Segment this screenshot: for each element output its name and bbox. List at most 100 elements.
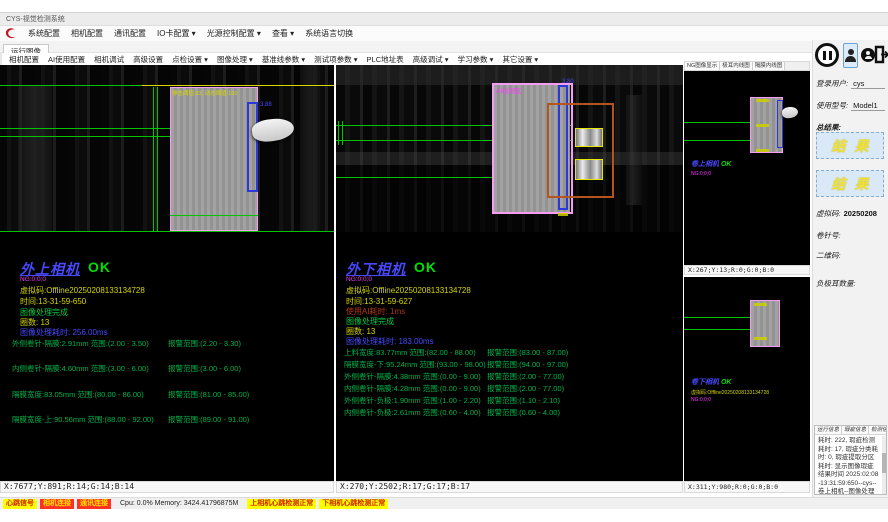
tab-defect-info[interactable]: 瑕疵信息 [842,426,869,434]
info-scrollbar[interactable] [882,436,886,494]
baseline-green [684,329,750,330]
alarm-range: 报警范围:(2.20 - 3.30) [168,338,241,349]
tab-film-innerline[interactable]: 隔膜内线图 [753,62,786,70]
info-tabs: 运行信息 瑕疵信息 检测信息 [815,426,886,435]
left-camera-statusbar: X:7677;Y:891;R:14;G:14;B:14 [0,481,334,493]
cursor-position-readout: X:311;Y:980;R:0;G:0;B:0 [688,483,778,491]
toolbar-image-processing[interactable]: 图像处理 ▾ [217,54,253,65]
pause-icon [823,51,826,60]
ng-count-line: NG:0;0;0 [20,276,46,283]
person-icon [866,51,870,55]
ng-view-tabs: NG图像显示 极耳内线图 隔膜内线图 [684,61,810,71]
camera-name-label: 卷上相机 OK [691,159,731,169]
left-camera-image[interactable]: 静态阈值:93, 动态阈值:100 3.88 [0,65,334,232]
baseline-green [0,136,170,137]
measurement-row: 内侧卷针-隔膜:4.28mm 范围:(0.00 - 9.00) 报警范围:(2.… [344,383,679,394]
menu-io-config[interactable]: IO卡配置 ▾ [157,28,196,39]
model-value: Model1 [851,101,885,111]
toolbar-camera-config[interactable]: 相机配置 [9,54,39,65]
baseline-green [684,317,750,318]
app-logo-icon [4,27,17,40]
exit-door-icon [873,45,888,64]
center-camera-statusbar: X:270;Y:2502;R:17;G:17;B:17 [336,481,683,493]
tab-detect-info[interactable]: 检测信息 [869,426,887,434]
measurement-value: 上料宽度:83.77mm 范围:(82.00 - 88.00) [344,348,476,357]
camera-ok-status: OK [721,379,732,386]
center-camera-image[interactable]: AI检测区 3.80 [336,65,683,232]
toolbar-plc-address[interactable]: PLC地址表 [367,54,404,65]
toolbar-camera-debug[interactable]: 相机调试 [94,54,124,65]
camera-ok-status: OK [88,259,111,275]
virtual-code-line: 虚拟码:Offline20250208133134728 [346,285,471,296]
tab-ng-image[interactable]: NG图像显示 [685,62,720,70]
cursor-position-readout: X:7677;Y:891;R:14;G:14;B:14 [4,482,134,491]
toolbar-test-params[interactable]: 测试项参数 ▾ [314,54,357,65]
toolbar-baseline-params[interactable]: 基准线参数 ▾ [262,54,305,65]
roi-rect-blue [777,100,783,148]
electrode-tab-object [781,106,798,119]
measurement-row: 隔膜宽度:83.05mm 范围:(80.00 - 86.00) 报警范围:(81… [12,389,332,400]
toolbar-other-settings[interactable]: 其它设置 ▾ [502,54,538,65]
app-statusbar: 心跳信号 相机连接 通讯连接 Cpu: 0.0% Memory: 3424.41… [0,497,888,509]
roll-pin-row: 卷针号: [816,230,841,241]
separator-film-region [170,87,258,231]
elapsed-time-line: 图像处理耗时: 256.00ms [20,327,108,338]
alarm-range: 报警范围:(2.00 - 77.00) [487,383,564,394]
measurement-value: 外侧卷针-负极:1.90mm 范围:(1.00 - 2.20) [344,396,481,405]
virtual-code-label: 虚拟码: [816,209,841,218]
tiny-annotation-mark [558,213,568,216]
control-panel: 登录用户:cys 使用型号:Model1 总结果: 结果 结果 虚拟码:2025… [812,40,888,497]
edge-line-green [157,87,158,231]
menu-comm-config[interactable]: 通讯配置 [114,28,146,39]
measurement-value: 内侧卷针-隔膜:4.60mm 范围:(3.00 - 6.00) [12,364,149,373]
pause-button[interactable] [815,43,839,67]
baseline-green [170,215,258,216]
menu-camera-config[interactable]: 相机配置 [71,28,103,39]
menu-system-config[interactable]: 系统配置 [28,28,60,39]
baseline-green [0,85,142,86]
edge-line-green [153,87,154,231]
alarm-range: 报警范围:(0.60 - 4.00) [487,407,560,418]
result-display-2: 结果 [816,170,884,197]
cursor-position-readout: X:270;Y:2502;R:17;G:17;B:17 [340,482,470,491]
upper-roll-camera-view[interactable]: 卷上相机 OK NG:0;0;0 [684,71,810,265]
tab-tab-innerline[interactable]: 极耳内线图 [720,62,753,70]
camera-ok-status: OK [414,259,437,275]
login-user-row: 登录用户:cys [816,78,885,89]
app-window: CYS-视觉检测系统 系统配置 相机配置 通讯配置 IO卡配置 ▾ 光源控制配置… [0,0,888,522]
toolbar-ai-config[interactable]: AI使用配置 [48,54,85,65]
tab-run-info[interactable]: 运行信息 [815,426,842,434]
tiny-annotation-mark [756,124,769,127]
machine-column [18,85,52,232]
menu-light-config[interactable]: 光源控制配置 ▾ [207,28,261,39]
measurement-value: 隔膜宽度:83.05mm 范围:(80.00 - 86.00) [12,390,144,399]
title-bar: CYS-视觉检测系统 [0,12,888,26]
roi-rect-orange [547,103,614,198]
ng-count-line: NG:0;0;0 [691,397,711,403]
baseline-yellow [142,85,334,86]
user-login-button[interactable] [843,43,858,68]
machine-column [626,95,642,205]
left-camera-panel: 静态阈值:93, 动态阈值:100 3.88 外上相机 OK NG:0;0;0 … [0,65,334,481]
toolbar-advanced-debug[interactable]: 高级调试 ▾ [413,54,449,65]
lower-camera-heartbeat-badge: 下相机心跳检测正常 [319,499,388,509]
camera-name-label: 卷下相机 OK [691,377,731,387]
roi-rect-blue [247,102,258,192]
scrollbar-thumb[interactable] [882,453,886,473]
measurement-row: 外侧卷针-隔膜:4.38mm 范围:(0.00 - 9.00) 报警范围:(2.… [344,371,679,382]
ng-count-line: NG:0;0;0 [691,171,711,177]
exit-button[interactable] [873,45,888,64]
measurement-row: 内侧卷针-隔膜:4.60mm 范围:(3.00 - 6.00) 报警范围:(3.… [12,363,332,374]
menu-language-switch[interactable]: 系统语言切换 [305,28,353,39]
measurement-row: 隔膜宽度-上:90.56mm 范围:(88.00 - 92.00) 报警范围:(… [12,414,332,425]
menu-view[interactable]: 查看 ▾ [272,28,294,39]
result-display-1: 结果 [816,132,884,159]
toolbar-advanced-settings[interactable]: 高级设置 [133,54,163,65]
toolbar-spotcheck-settings[interactable]: 点检设置 ▾ [172,54,208,65]
lower-roll-camera-view[interactable]: 卷下相机 OK 虚拟码:Offline20250208133134728 NG:… [684,277,810,481]
toolbar-learning-params[interactable]: 学习参数 ▾ [457,54,493,65]
qr-code-row: 二维码: [816,250,841,261]
tab-count-label: 负极耳数量: [816,279,856,288]
baseline-green [0,128,170,129]
virtual-code-row: 虚拟码:20250208 [816,208,877,219]
